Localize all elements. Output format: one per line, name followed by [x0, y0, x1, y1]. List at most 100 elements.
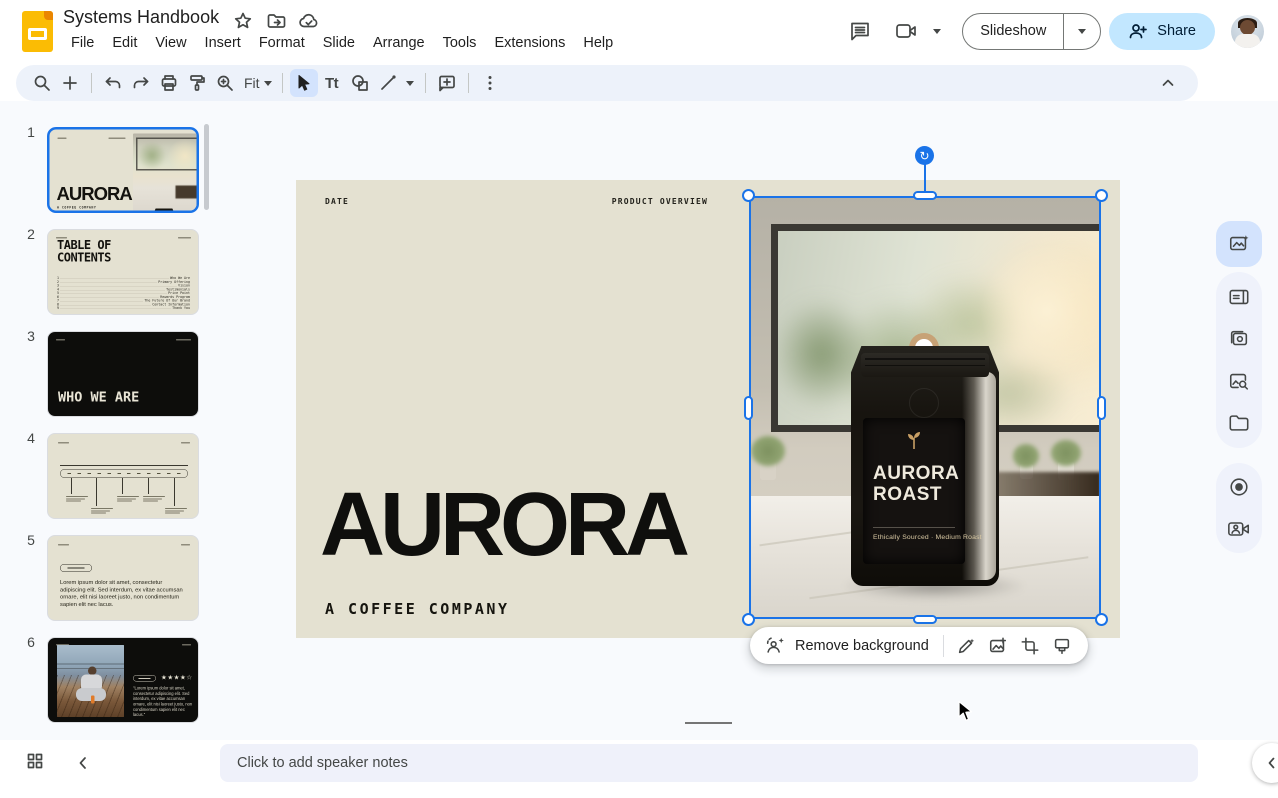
record-panel-icon[interactable]: [1222, 470, 1256, 504]
resize-handle-top-right[interactable]: [1095, 189, 1108, 202]
slideshow-caret-icon[interactable]: [1063, 14, 1100, 49]
search-menus-icon[interactable]: [28, 69, 56, 97]
crop-image-icon[interactable]: [1014, 630, 1046, 662]
line-tool-caret-icon[interactable]: [402, 69, 418, 97]
slide-section-label[interactable]: PRODUCT OVERVIEW: [612, 197, 708, 206]
sidebar-expand-icon[interactable]: [1252, 743, 1278, 783]
slide-thumbnail-2[interactable]: TABLE OFCONTENTS 1Who We Are 2Primary Of…: [47, 229, 199, 315]
image-context-toolbar: Remove background: [750, 627, 1088, 664]
bag-brand-line2: ROAST: [873, 485, 955, 506]
slide-canvas[interactable]: DATE PRODUCT OVERVIEW AURORA A COFFEE CO…: [296, 180, 1120, 638]
menu-edit[interactable]: Edit: [103, 32, 146, 54]
side-panel-group-apps: [1216, 272, 1262, 448]
text-box-tool-icon[interactable]: Tt: [318, 69, 346, 97]
thumbnail-6-stars: ★★★★☆: [161, 674, 193, 682]
camera-recording-panel-icon[interactable]: [1222, 512, 1256, 546]
image-search-panel-icon[interactable]: [1222, 364, 1256, 398]
thumbnail-4-timeline: [60, 469, 188, 478]
slideshow-button[interactable]: Slideshow: [963, 14, 1063, 49]
menu-bar: File Edit View Insert Format Slide Arran…: [62, 32, 622, 54]
menu-file[interactable]: File: [62, 32, 103, 54]
share-label: Share: [1157, 23, 1196, 39]
slide-title-text[interactable]: AURORA: [320, 480, 685, 570]
slide-thumbnail-1[interactable]: AURORA A COFFEE COMPANY: [47, 127, 199, 213]
slide-thumbnail-3[interactable]: WHO WE ARE: [47, 331, 199, 417]
menu-slide[interactable]: Slide: [314, 32, 364, 54]
resize-handle-bottom-left[interactable]: [742, 613, 755, 626]
more-options-icon[interactable]: [476, 69, 504, 97]
print-icon[interactable]: [155, 69, 183, 97]
redo-icon[interactable]: [127, 69, 155, 97]
replace-image-icon[interactable]: [982, 630, 1014, 662]
undo-icon[interactable]: [99, 69, 127, 97]
toolbar-collapse-icon[interactable]: [1154, 69, 1182, 97]
video-call-caret-icon[interactable]: [928, 29, 946, 34]
menu-extensions[interactable]: Extensions: [485, 32, 574, 54]
resize-handle-right[interactable]: [1097, 396, 1106, 420]
rotate-handle[interactable]: ↻: [915, 146, 934, 165]
thumbnail-6-badge: [133, 675, 156, 682]
slide-number: 5: [20, 532, 42, 548]
slide-subtitle-text[interactable]: A COFFEE COMPANY: [325, 600, 510, 618]
thumbnail-6-photo: [57, 645, 124, 717]
shape-tool-icon[interactable]: [346, 69, 374, 97]
slide-thumbnail-4[interactable]: [47, 433, 199, 519]
zoom-in-icon[interactable]: [211, 69, 239, 97]
zoom-fit-select[interactable]: Fit: [239, 69, 275, 97]
product-image[interactable]: AURORA ROAST Ethically Sourced · Medium …: [749, 196, 1101, 619]
slide-thumbnail-6[interactable]: ★★★★☆ "Lorem ipsum dolor sit amet, conse…: [47, 637, 199, 723]
document-title[interactable]: Systems Handbook: [63, 7, 219, 28]
grid-view-icon[interactable]: [22, 748, 48, 774]
filmstrip-scrollbar[interactable]: [204, 124, 209, 210]
menu-arrange[interactable]: Arrange: [364, 32, 434, 54]
zoom-fit-label: Fit: [242, 75, 264, 91]
menu-help[interactable]: Help: [574, 32, 622, 54]
remove-background-icon: [764, 635, 786, 657]
slide-number: 2: [20, 226, 42, 242]
side-panel-group-recording: [1216, 463, 1262, 553]
contacts-panel-icon[interactable]: [1222, 280, 1256, 314]
comment-history-icon[interactable]: [840, 11, 880, 51]
edit-image-ai-icon[interactable]: [950, 630, 982, 662]
photos-panel-icon[interactable]: [1222, 322, 1256, 356]
main-toolbar: Fit Tt: [16, 65, 1198, 101]
drive-folder-panel-icon[interactable]: [1222, 406, 1256, 440]
remove-background-button[interactable]: Remove background: [795, 638, 929, 654]
bottom-bar: Click to add speaker notes: [0, 740, 1278, 798]
move-folder-icon[interactable]: [265, 10, 287, 32]
slide-number: 3: [20, 328, 42, 344]
slide-number: 1: [20, 124, 42, 140]
select-tool-icon[interactable]: [290, 69, 318, 97]
share-button[interactable]: Share: [1109, 13, 1215, 50]
speaker-notes-input[interactable]: Click to add speaker notes: [220, 744, 1198, 782]
resize-handle-top[interactable]: [913, 191, 937, 200]
menu-format[interactable]: Format: [250, 32, 314, 54]
slide-date-label[interactable]: DATE: [325, 197, 349, 206]
slide-number: 6: [20, 634, 42, 650]
line-tool-icon[interactable]: [374, 69, 402, 97]
resize-handle-bottom-right[interactable]: [1095, 613, 1108, 626]
share-person-icon: [1128, 22, 1148, 40]
account-avatar[interactable]: [1231, 15, 1264, 48]
resize-handle-bottom[interactable]: [913, 615, 937, 624]
slide-number: 4: [20, 430, 42, 446]
notes-resize-handle[interactable]: [685, 722, 732, 724]
slides-logo-icon[interactable]: [22, 11, 53, 52]
resize-handle-left[interactable]: [744, 396, 753, 420]
generate-image-panel-icon[interactable]: [1216, 221, 1262, 267]
video-call-icon[interactable]: [888, 11, 928, 51]
insert-comment-icon[interactable]: [433, 69, 461, 97]
slide-thumbnail-5[interactable]: Lorem ipsum dolor sit amet, consectetur …: [47, 535, 199, 621]
new-slide-icon[interactable]: [56, 69, 84, 97]
filmstrip-collapse-icon[interactable]: [70, 750, 96, 776]
menu-view[interactable]: View: [146, 32, 195, 54]
thumbnail-5-badge: [60, 564, 92, 572]
recolor-image-icon[interactable]: [1046, 630, 1078, 662]
plant-left: [751, 436, 785, 480]
paint-format-icon[interactable]: [183, 69, 211, 97]
star-icon[interactable]: [232, 10, 254, 32]
menu-insert[interactable]: Insert: [196, 32, 250, 54]
resize-handle-top-left[interactable]: [742, 189, 755, 202]
cloud-saved-icon[interactable]: [298, 10, 320, 32]
menu-tools[interactable]: Tools: [434, 32, 486, 54]
